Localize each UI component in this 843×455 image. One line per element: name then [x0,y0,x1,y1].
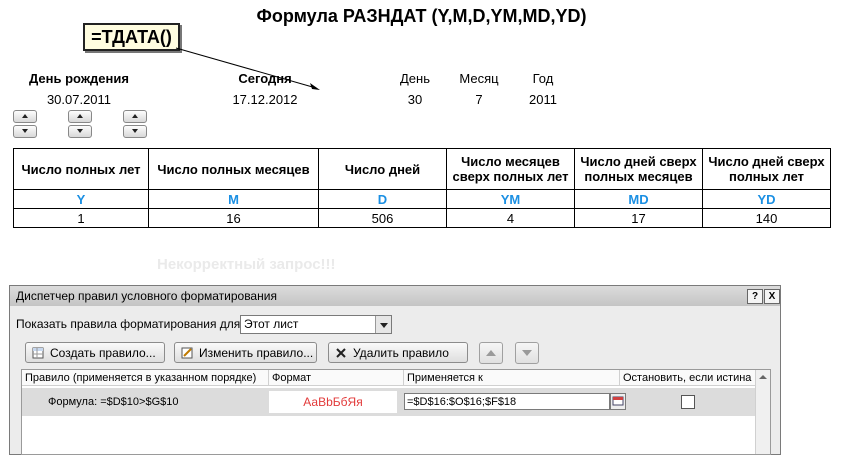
spinner-up-icon[interactable] [13,110,37,123]
new-rule-label: Создать правило... [50,346,156,360]
month-label: Месяц [459,71,499,86]
spinner-down-icon[interactable] [68,125,92,138]
birth-value: 30.07.2011 [46,92,112,107]
column-header-applies[interactable]: Применяется к [404,370,620,386]
column-header-rule[interactable]: Правило (применяется в указанном порядке… [22,370,269,386]
table-code-row: Y M D YM MD YD [13,189,831,209]
spinner-down-icon[interactable] [123,125,147,138]
edit-rule-icon [181,347,193,359]
code-cell: MD [574,189,703,209]
year-spinner[interactable] [123,110,147,138]
year-value: 2011 [529,92,557,107]
value-cell: 506 [318,208,447,228]
month-value: 7 [475,92,483,107]
spinner-up-icon[interactable] [68,110,92,123]
delete-rule-button[interactable]: Удалить правило [328,342,468,363]
table-header-row: Число полных лет Число полных месяцев Чи… [13,148,831,190]
header-cell: Число полных месяцев [148,148,319,190]
edit-rule-label: Изменить правило... [199,346,314,360]
column-header-stop[interactable]: Остановить, если истина [620,370,757,386]
code-cell: D [318,189,447,209]
chevron-down-icon[interactable] [375,316,391,333]
day-value: 30 [407,92,423,107]
header-cell: Число месяцев сверх полных лет [446,148,575,190]
formula-note: =ТДАТА() [83,23,180,51]
rule-formula: Формула: =$D$10>$G$10 [48,396,179,408]
value-cell: 4 [446,208,575,228]
value-cell: 16 [148,208,319,228]
day-spinner[interactable] [13,110,37,138]
delete-rule-label: Удалить правило [353,346,449,360]
close-button[interactable]: X [764,289,780,304]
rule-row[interactable]: Формула: =$D$10>$G$10 АаВbБбЯя =$D$16:$O… [22,388,757,416]
value-cell: 1 [13,208,149,228]
header-cell: Число дней [318,148,447,190]
stop-if-true-checkbox[interactable] [681,395,695,409]
results-table: Число полных лет Число полных месяцев Чи… [13,148,831,228]
help-button[interactable]: ? [747,289,763,304]
edit-rule-button[interactable]: Изменить правило... [174,342,317,363]
header-cell: Число дней сверх полных лет [702,148,831,190]
code-cell: YD [702,189,831,209]
today-value: 17.12.2012 [232,92,298,107]
new-rule-icon [32,347,44,359]
move-down-button[interactable] [515,342,539,364]
spinner-up-icon[interactable] [123,110,147,123]
dialog-titlebar[interactable]: Диспетчер правил условного форматировани… [10,286,780,306]
dialog-title: Диспетчер правил условного форматировани… [16,289,277,303]
column-header-format[interactable]: Формат [269,370,404,386]
new-rule-button[interactable]: Создать правило... [25,342,165,363]
move-up-button[interactable] [479,342,503,364]
value-cell: 140 [702,208,831,228]
today-label: Сегодня [238,71,292,86]
show-rules-value: Этот лист [244,317,299,331]
birth-label: День рождения [29,71,129,86]
rules-list: Правило (применяется в указанном порядке… [21,369,771,455]
error-message: Некорректный запрос!!! [157,256,336,273]
day-label: День [400,71,430,86]
show-rules-select[interactable]: Этот лист [240,315,392,334]
format-preview: АаВbБбЯя [269,391,397,413]
delete-icon [336,348,346,358]
show-rules-label: Показать правила форматирования для: [16,317,244,331]
year-label: Год [532,71,554,86]
spinner-down-icon[interactable] [13,125,37,138]
note-arrow [175,47,320,90]
applies-to-input[interactable]: =$D$16:$O$16;$F$18 [404,393,610,410]
code-cell: M [148,189,319,209]
vertical-scrollbar[interactable] [755,370,770,454]
range-select-icon[interactable] [610,393,626,410]
month-spinner[interactable] [68,110,92,138]
scroll-up-icon[interactable] [756,370,770,384]
header-cell: Число полных лет [13,148,149,190]
conditional-format-dialog: Диспетчер правил условного форматировани… [9,285,781,455]
table-value-row: 1 16 506 4 17 140 [13,208,831,228]
code-cell: Y [13,189,149,209]
header-cell: Число дней сверх полных месяцев [574,148,703,190]
value-cell: 17 [574,208,703,228]
code-cell: YM [446,189,575,209]
